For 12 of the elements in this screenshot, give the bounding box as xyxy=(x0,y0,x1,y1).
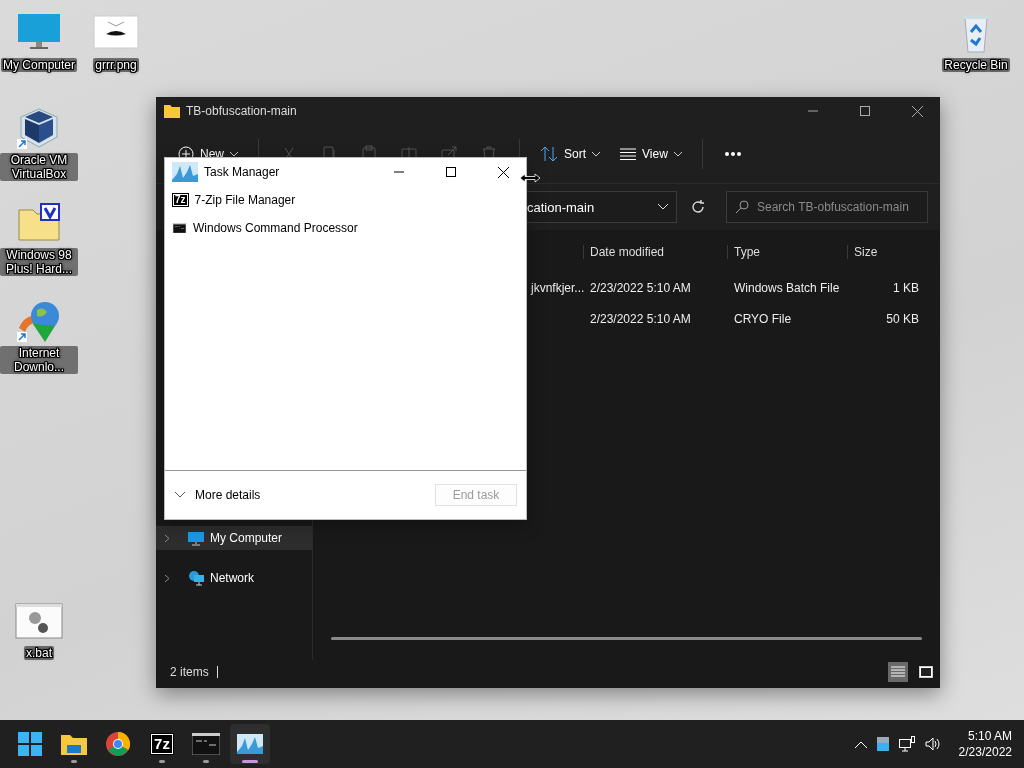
file-type: Windows Batch File xyxy=(733,280,841,295)
file-size: 1 KB xyxy=(892,280,920,295)
file-date: 2/23/2022 5:10 AM xyxy=(589,311,692,326)
file-name: jkvnfkjer... xyxy=(529,280,583,295)
window-title: Task Manager xyxy=(204,165,281,179)
file-date: 2/23/2022 5:10 AM xyxy=(589,280,692,295)
file-type: CRYO File xyxy=(733,311,793,326)
7zip-icon: 7z xyxy=(172,193,189,207)
status-text: 2 items xyxy=(170,665,209,679)
7zip-icon: 7z xyxy=(150,733,174,755)
file-size: 50 KB xyxy=(885,311,920,326)
window-title: TB-obfuscation-main xyxy=(186,104,298,118)
